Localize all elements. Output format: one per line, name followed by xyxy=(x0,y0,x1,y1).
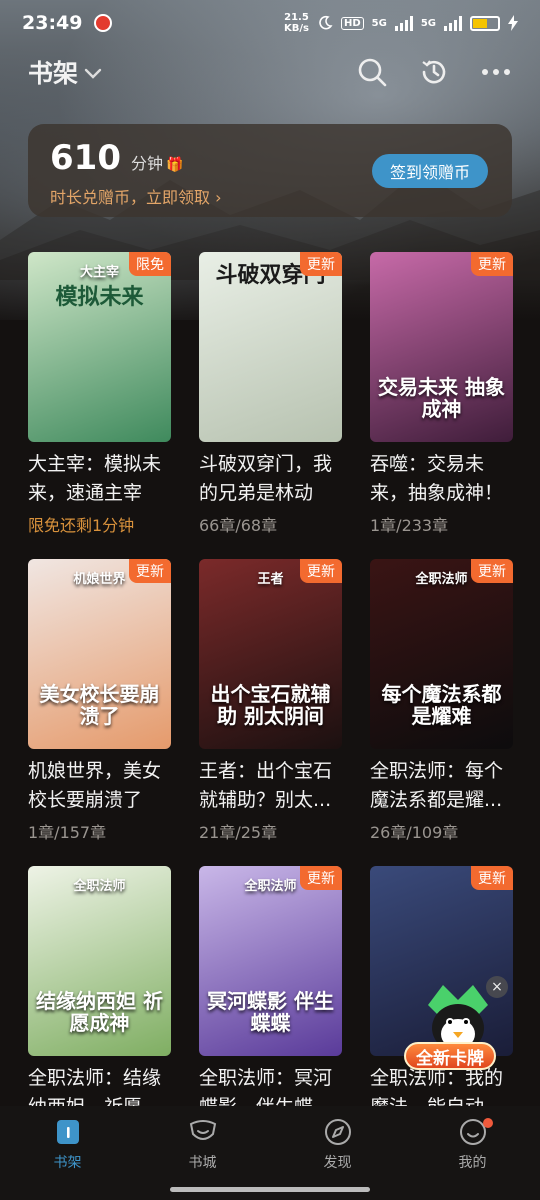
cover-title: 出个宝石就辅助 别太阴间 xyxy=(210,682,331,728)
book-item[interactable]: 全职法师 每个魔法系都是耀难 更新 全职法师：每个魔法系都是耀... 26章/109章 xyxy=(370,559,513,866)
update-badge: 更新 xyxy=(300,866,342,890)
update-badge: 更新 xyxy=(300,252,342,276)
page-title[interactable]: 书架 xyxy=(28,54,78,90)
nav-label-bookshelf: 书架 xyxy=(53,1155,82,1171)
update-badge: 更新 xyxy=(129,559,171,583)
book-progress: 限免还剩1分钟 xyxy=(28,516,135,535)
network-speed: 21.5 KB/s xyxy=(284,12,309,34)
book-progress: 1章/233章 xyxy=(370,516,449,535)
cover-title: 模拟未来 xyxy=(55,285,144,310)
signal-icon xyxy=(394,15,413,31)
cover-subtitle: 全职法师 xyxy=(73,879,126,894)
network-type-1: 5G xyxy=(371,17,387,29)
cover-title: 美女校长要崩溃了 xyxy=(39,682,160,728)
home-indicator[interactable] xyxy=(170,1187,370,1192)
cover-title: 每个魔法系都是耀难 xyxy=(381,682,502,728)
discover-icon xyxy=(324,1119,351,1145)
status-bar: 23:49 21.5 KB/s HD 5G 5G xyxy=(0,0,540,46)
notification-dot xyxy=(483,1118,493,1128)
book-item[interactable]: 王者 出个宝石就辅助 别太阴间 更新 王者：出个宝石就辅助？别太... 21章/25章 xyxy=(199,559,342,866)
update-badge: 更新 xyxy=(471,559,513,583)
more-button[interactable] xyxy=(480,56,512,88)
minutes-unit: 分钟 xyxy=(130,154,163,173)
gift-icon: 🎁 xyxy=(166,157,184,173)
status-time: 23:49 xyxy=(22,12,83,34)
sign-in-button[interactable]: 签到领赠币 xyxy=(371,154,488,188)
reading-time-card[interactable]: 610 分钟 🎁 时长兑赠币，立即领取 › 签到领赠币 xyxy=(28,124,512,217)
close-icon[interactable]: × xyxy=(486,976,508,998)
book-cover[interactable]: 全职法师 冥河蝶影 伴生蝶蝶 更新 xyxy=(199,866,342,1056)
cover-title: 交易未来 抽象成神 xyxy=(378,375,505,421)
bookshelf-icon xyxy=(56,1120,79,1144)
book-item[interactable]: 机娘世界 美女校长要崩溃了 更新 机娘世界，美女校长要崩溃了 1章/157章 xyxy=(28,559,171,866)
bookstore-icon xyxy=(189,1120,216,1140)
book-progress: 1章/157章 xyxy=(28,823,107,842)
new-card-promo[interactable]: × 全新卡牌 xyxy=(404,974,508,1070)
nav-bookstore[interactable]: 书城 xyxy=(135,1106,270,1200)
bottom-navigation: 书架 书城 发现 我的 xyxy=(0,1106,540,1200)
nav-label-discover: 发现 xyxy=(323,1155,352,1171)
book-progress: 21章/25章 xyxy=(199,823,278,842)
book-cover[interactable]: 斗破双穿门 更新 xyxy=(199,252,342,442)
book-cover[interactable]: 王者 出个宝石就辅助 别太阴间 更新 xyxy=(199,559,342,749)
chevron-down-icon[interactable] xyxy=(84,68,102,80)
moon-icon xyxy=(319,15,333,30)
update-badge: 更新 xyxy=(300,559,342,583)
book-title: 王者：出个宝石就辅助？别太... xyxy=(199,760,333,811)
book-cover[interactable]: 全职法师结缘纳西妲 祈愿成神 xyxy=(28,866,171,1056)
book-cover[interactable]: 交易未来 抽象成神 更新 xyxy=(370,252,513,442)
nav-label-profile: 我的 xyxy=(458,1155,487,1171)
book-progress: 26章/109章 xyxy=(370,823,459,842)
book-item[interactable]: 斗破双穿门 更新斗破双穿门，我的兄弟是林动 66章/68章 xyxy=(199,252,342,559)
notification-app-icon xyxy=(94,14,113,32)
book-title: 斗破双穿门，我的兄弟是林动 xyxy=(199,453,333,504)
book-cover[interactable]: 大主宰 模拟未来 限免 xyxy=(28,252,171,442)
book-cover[interactable]: 机娘世界 美女校长要崩溃了 更新 xyxy=(28,559,171,749)
history-button[interactable] xyxy=(418,56,450,88)
network-speed-value: 21.5 xyxy=(284,12,309,23)
cover-title: 结缘纳西妲 祈愿成神 xyxy=(36,989,163,1035)
book-title: 机娘世界，美女校长要崩溃了 xyxy=(28,760,162,811)
reading-minutes: 610 xyxy=(50,138,121,178)
nav-discover[interactable]: 发现 xyxy=(270,1106,405,1200)
more-icon xyxy=(482,69,510,75)
cover-title: 冥河蝶影 伴生蝶蝶 xyxy=(207,989,334,1035)
update-badge: 更新 xyxy=(471,866,513,890)
book-title: 全职法师：每个魔法系都是耀... xyxy=(370,760,504,811)
update-badge: 更新 xyxy=(471,252,513,276)
search-icon xyxy=(358,58,387,87)
book-title: 吞噬：交易未来，抽象成神！ xyxy=(370,453,504,504)
network-type-2: 5G xyxy=(420,17,436,29)
nav-profile[interactable]: 我的 xyxy=(405,1106,540,1200)
search-button[interactable] xyxy=(356,56,388,88)
book-item[interactable]: 大主宰 模拟未来 限免 大主宰：模拟未来，速通主宰 限免还剩1分钟 xyxy=(28,252,171,559)
nav-bookshelf[interactable]: 书架 xyxy=(0,1106,135,1200)
book-title: 大主宰：模拟未来，速通主宰 xyxy=(28,453,162,504)
nav-label-bookstore: 书城 xyxy=(188,1155,217,1171)
update-badge: 限免 xyxy=(129,252,171,276)
new-card-label: 全新卡牌 xyxy=(404,1042,496,1070)
status-icons: 21.5 KB/s HD 5G 5G xyxy=(284,12,518,34)
book-cover[interactable]: 全职法师 每个魔法系都是耀难 更新 xyxy=(370,559,513,749)
network-speed-unit: KB/s xyxy=(284,23,309,34)
top-header: 书架 xyxy=(0,50,540,94)
battery-icon xyxy=(470,15,500,31)
charging-icon xyxy=(508,15,518,31)
history-icon xyxy=(422,60,446,84)
book-item[interactable]: 交易未来 抽象成神 更新吞噬：交易未来，抽象成神！ 1章/233章 xyxy=(370,252,513,559)
book-progress: 66章/68章 xyxy=(199,516,278,535)
signal-icon-2 xyxy=(444,15,462,31)
hd-badge: HD xyxy=(340,16,364,30)
